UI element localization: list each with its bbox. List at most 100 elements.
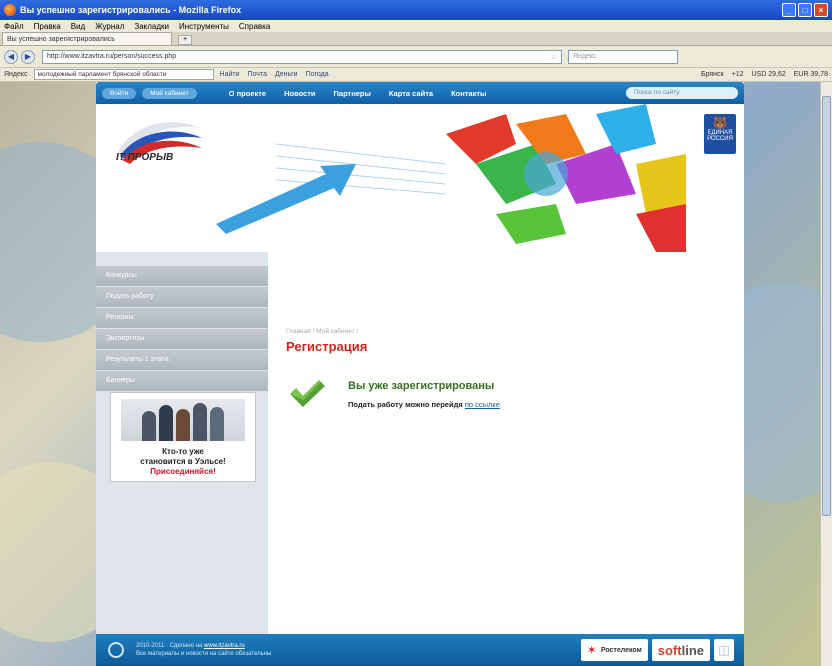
tab-current[interactable]: Вы успешно зарегистрировались — [2, 32, 172, 45]
promo-banner[interactable]: Кто-то уже становится в Уэльсе! Присоеди… — [110, 392, 256, 482]
submit-work-link[interactable]: по ссылке — [465, 400, 500, 409]
yandex-mail-button[interactable]: Почта — [248, 71, 267, 78]
site-footer: 2010-2011 · Сделано на www.itzavtra.ru В… — [96, 634, 744, 666]
maximize-button[interactable]: □ — [798, 3, 812, 17]
yandex-eur: EUR 39,78 — [793, 71, 828, 78]
banner-arrows-illustration — [216, 104, 686, 252]
tab-label: Вы успешно зарегистрировались — [7, 35, 115, 43]
sidebar-item-regions[interactable]: Регионы — [96, 308, 268, 328]
people-image — [121, 399, 245, 441]
nav-partners[interactable]: Партнеры — [334, 89, 371, 98]
bookmark-star-icon[interactable]: ☆ — [551, 53, 557, 61]
sidebar-item-results[interactable]: Результаты 1 этапа — [96, 350, 268, 370]
menu-bar: Файл Правка Вид Журнал Закладки Инструме… — [0, 20, 832, 32]
menu-view[interactable]: Вид — [71, 22, 85, 31]
promo-line1: Кто-то уже — [162, 447, 204, 456]
page-title: Регистрация — [286, 339, 368, 354]
sidebar-item-contests[interactable]: Конкурсы — [96, 266, 268, 286]
breadcrumb[interactable]: Главная / Мой кабинет / — [286, 328, 724, 335]
footer-link[interactable]: www.itzavtra.ru — [204, 643, 245, 649]
site-search-input[interactable]: Поиск по сайту — [626, 87, 738, 99]
person-figure — [176, 409, 190, 441]
yandex-search-input[interactable]: молодежный парламент брянской области — [33, 69, 214, 80]
site-container: Войти Мой кабинет О проекте Новости Парт… — [96, 82, 744, 666]
yandex-weather-button[interactable]: Погода — [306, 71, 329, 78]
menu-bookmarks[interactable]: Закладки — [134, 22, 169, 31]
page-viewport: Войти Мой кабинет О проекте Новости Парт… — [0, 82, 832, 666]
sidebar-item-submit[interactable]: Подать работу — [96, 287, 268, 307]
success-message: Вы уже зарегистрированы Подать работу мо… — [288, 378, 500, 409]
partner-softline[interactable]: soft line — [651, 639, 710, 661]
search-placeholder: Яндекс — [573, 53, 597, 60]
person-figure — [210, 407, 224, 441]
firefox-icon — [4, 4, 16, 16]
title-bar: Вы успешно зарегистрировались - Mozilla … — [0, 0, 832, 20]
person-figure — [159, 405, 173, 441]
nav-contacts[interactable]: Контакты — [451, 89, 486, 98]
yandex-usd: USD 29,62 — [751, 71, 786, 78]
tab-bar: Вы успешно зарегистрировались + — [0, 32, 832, 46]
partner-logos: ✶ Ростелеком soft line ◫ — [580, 639, 734, 661]
nav-news[interactable]: Новости — [284, 89, 315, 98]
success-heading: Вы уже зарегистрированы — [348, 380, 495, 392]
sidebar-item-expertise[interactable]: Экспертизы — [96, 329, 268, 349]
site-top-nav: Войти Мой кабинет О проекте Новости Парт… — [96, 82, 744, 104]
yandex-find-button[interactable]: Найти — [220, 71, 240, 78]
close-button[interactable]: × — [814, 3, 828, 17]
partner-extra-logo[interactable]: ◫ — [714, 639, 734, 661]
success-note-text: Подать работу можно перейдя — [348, 400, 463, 409]
sidebar-menu: Конкурсы Подать работу Регионы Экспертиз… — [96, 266, 268, 391]
browser-window: Вы успешно зарегистрировались - Mozilla … — [0, 0, 832, 666]
yandex-info: Брянск +12 USD 29,62 EUR 39,78 — [701, 71, 828, 78]
menu-tools[interactable]: Инструменты — [179, 22, 229, 31]
search-input[interactable]: Яндекс — [568, 49, 678, 64]
party-logo: 🐻 ЕДИНАЯ РОССИЯ — [704, 114, 736, 154]
footer-text: 2010-2011 · Сделано на www.itzavtra.ru В… — [136, 642, 271, 658]
menu-history[interactable]: Журнал — [95, 22, 124, 31]
partner2-label-b: line — [681, 642, 704, 658]
promo-line2: становится в Уэльсе! — [140, 457, 226, 466]
yandex-city[interactable]: Брянск — [701, 71, 724, 78]
person-figure — [142, 411, 156, 441]
navigation-bar: ◀ ▶ http://www.itzavtra.ru/person/succes… — [0, 46, 832, 68]
logo-text: IT ПРОРЫВ — [116, 152, 174, 163]
yandex-money-button[interactable]: Деньги — [275, 71, 298, 78]
partner2-label-a: soft — [657, 642, 682, 658]
menu-edit[interactable]: Правка — [34, 22, 61, 31]
nav-about[interactable]: О проекте — [229, 89, 266, 98]
cabinet-button[interactable]: Мой кабинет — [142, 87, 197, 99]
partner-rostelecom[interactable]: ✶ Ростелеком — [580, 639, 648, 661]
person-figure — [193, 403, 207, 441]
yandex-search-value: молодежный парламент брянской области — [37, 71, 167, 78]
back-arrow-icon[interactable]: ◀ — [4, 49, 18, 64]
success-text: Вы уже зарегистрированы Подать работу мо… — [348, 378, 500, 409]
party-label: ЕДИНАЯ РОССИЯ — [707, 130, 733, 142]
sidebar: Конкурсы Подать работу Регионы Экспертиз… — [96, 252, 268, 666]
url-text: http://www.itzavtra.ru/person/success.ph… — [47, 53, 177, 60]
logo-flag-icon — [118, 122, 202, 164]
login-button[interactable]: Войти — [102, 87, 137, 99]
promo-cta[interactable]: Присоединяйся! — [111, 467, 255, 477]
sidebar-item-banners[interactable]: Баннеры — [96, 371, 268, 391]
footer-line2: Все материалы и новости на сайте обязате… — [136, 651, 272, 657]
footer-line1: 2010-2011 · Сделано на — [136, 643, 203, 649]
vertical-scrollbar[interactable] — [820, 82, 832, 666]
forward-arrow-icon[interactable]: ▶ — [21, 49, 35, 64]
yandex-temperature: +12 — [731, 71, 744, 78]
menu-help[interactable]: Справка — [239, 22, 270, 31]
menu-file[interactable]: Файл — [4, 22, 24, 31]
main-content: Главная / Мой кабинет / Регистрация Вы у… — [286, 328, 724, 409]
checkmark-icon — [290, 380, 325, 407]
new-tab-button[interactable]: + — [178, 35, 192, 45]
minimize-button[interactable]: _ — [782, 3, 796, 17]
url-bar[interactable]: http://www.itzavtra.ru/person/success.ph… — [42, 49, 562, 64]
yandex-label: Яндекс — [4, 71, 28, 78]
bear-icon: 🐻 — [712, 116, 728, 130]
window-title: Вы успешно зарегистрировались - Mozilla … — [20, 5, 242, 15]
success-note: Подать работу можно перейдя по ссылке — [348, 400, 500, 409]
rostelecom-star-icon: ✶ — [586, 643, 597, 657]
scrollbar-thumb[interactable] — [822, 96, 831, 516]
nav-sitemap[interactable]: Карта сайта — [389, 89, 433, 98]
yandex-toolbar: Яндекс молодежный парламент брянской обл… — [0, 68, 832, 82]
partner1-label: Ростелеком — [600, 646, 642, 654]
